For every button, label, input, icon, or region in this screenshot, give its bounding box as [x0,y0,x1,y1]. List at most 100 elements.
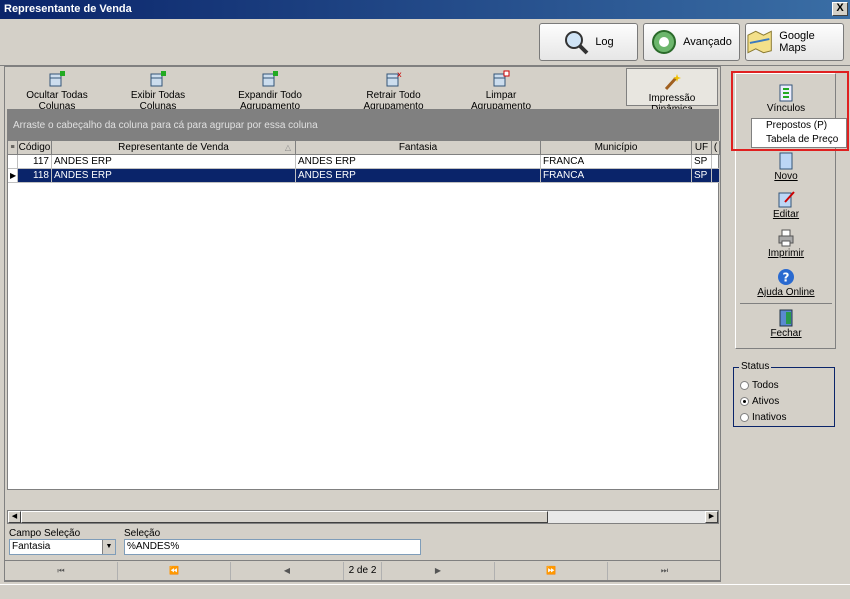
highlight-annotation [731,71,849,151]
collapse-group-icon: x [386,70,402,87]
window-title-bar: Representante de Venda [0,0,850,19]
col-header-codigo[interactable]: Código [18,141,52,155]
novo-label: Novo [774,171,798,182]
ajuda-label: Ajuda Online [757,287,815,298]
campo-selecao-select[interactable]: Fantasia ▼ [9,539,116,555]
log-label: Log [595,36,614,48]
printer-icon [778,229,794,247]
cell-uf: SP [692,155,712,169]
status-option-inativos[interactable]: Inativos [740,412,786,423]
row-indicator-header[interactable]: ≡ [8,141,18,155]
table-row-selected[interactable]: ▶ 118 ANDES ERP ANDES ERP FRANCA SP [8,169,720,183]
expandir-agrupamento-button[interactable]: Expandir Todo Agrupamento [210,70,330,112]
cell-fantasia: ANDES ERP [296,155,541,169]
advanced-search-icon [652,30,677,54]
radio-icon [740,412,749,422]
status-option-label: Todos [752,380,779,391]
record-navigation-bar: ⏮ ⏪ ◀ 2 de 2 ▶ ⏩ ⏭ [4,560,721,581]
exibir-colunas-button[interactable]: Exibir Todas Colunas [112,70,204,112]
fechar-label: Fechar [770,328,802,339]
google-maps-label: Google Maps [779,30,815,54]
cell-representante: ANDES ERP [52,155,296,169]
last-record-icon[interactable]: ⏭ [608,562,721,580]
help-icon: ? [778,269,794,285]
campo-selecao-label: Campo Seleção [9,528,81,539]
exit-door-icon [779,309,793,327]
avancado-label: Avançado [683,36,732,48]
selecao-label: Seleção [124,528,161,539]
svg-text:x: x [397,70,402,79]
col-header-extra[interactable]: ( [712,141,720,155]
editar-label: Editar [772,209,800,220]
table-row[interactable]: 117 ANDES ERP ANDES ERP FRANCA SP [8,155,720,169]
ajuda-online-button[interactable]: ? Ajuda Online [740,268,832,298]
ocultar-colunas-button[interactable]: Ocultar Todas Colunas [9,70,105,112]
current-row-arrow-icon: ▶ [8,169,18,183]
imprimir-label: Imprimir [767,248,805,259]
cell-codigo: 117 [18,155,52,169]
col-header-representante[interactable]: Representante de Venda △ [52,141,296,155]
radio-selected-icon [740,396,749,406]
status-group: Status Todos Ativos Inativos [733,361,835,427]
cell-representante: ANDES ERP [52,169,296,183]
col-header-municipio[interactable]: Município [541,141,692,155]
close-icon: X [836,2,844,14]
status-option-todos[interactable]: Todos [740,380,779,391]
side-divider [740,303,832,304]
col-header-fantasia[interactable]: Fantasia [296,141,541,155]
limpar-agrupamento-button[interactable]: Limpar Agrupamento [456,70,546,112]
novo-button[interactable]: Novo [740,152,832,182]
representante-header-label: Representante de Venda [118,142,229,153]
status-option-label: Ativos [752,396,780,407]
group-hint-text: Arraste o cabeçalho da coluna para cá pa… [13,120,318,131]
next-record-icon[interactable]: ▶ [382,562,495,580]
cell-extra [712,155,720,169]
clear-group-icon [493,70,510,87]
edit-icon [778,191,795,208]
previous-record-icon[interactable]: ◀ [231,562,344,580]
cell-municipio: FRANCA [541,169,692,183]
editar-button[interactable]: Editar [740,190,832,220]
status-option-label: Inativos [752,412,787,423]
scroll-left-icon[interactable]: ◀ [8,511,21,523]
google-maps-button[interactable]: Google Maps [745,23,844,61]
hide-columns-icon [49,71,65,87]
status-option-ativos[interactable]: Ativos [740,396,779,407]
campo-selecao-value: Fantasia [12,541,51,552]
first-record-icon[interactable]: ⏮ [5,562,118,580]
selecao-input[interactable]: %ANDES% [124,539,421,555]
chevron-down-icon[interactable]: ▼ [102,540,115,554]
close-window-button[interactable]: X [832,2,848,16]
avancado-button[interactable]: Avançado [643,23,740,61]
sort-asc-icon: △ [284,143,291,152]
cell-codigo: 118 [18,169,52,183]
status-title: Status [739,361,772,372]
cell-extra [712,169,720,183]
expand-group-icon [262,71,278,87]
page-indicator: 2 de 2 [344,562,382,580]
window-title: Representante de Venda [4,3,132,15]
previous-page-icon[interactable]: ⏪ [118,562,231,580]
svg-text:?: ? [783,271,790,285]
retrair-agrupamento-button[interactable]: x Retrair Todo Agrupamento [337,70,450,112]
fechar-button[interactable]: Fechar [740,309,832,339]
log-button[interactable]: Log [539,23,638,61]
map-icon [747,30,772,54]
cell-municipio: FRANCA [541,155,692,169]
horizontal-scrollbar[interactable]: ◀ ▶ [7,510,719,524]
magic-wand-icon [664,74,681,91]
magnifier-icon [565,31,589,55]
impressao-dinamica-button[interactable]: Impressão Dinâmica [626,68,718,115]
scroll-right-icon[interactable]: ▶ [705,511,718,523]
row-indicator [8,155,18,169]
group-drop-area[interactable]: Arraste o cabeçalho da coluna para cá pa… [7,109,719,140]
show-columns-icon [150,71,166,87]
next-page-icon[interactable]: ⏩ [495,562,608,580]
imprimir-button[interactable]: Imprimir [740,229,832,259]
data-grid[interactable]: ≡ Código Representante de Venda △ Fantas… [7,140,720,490]
cell-uf: SP [692,169,712,183]
col-header-uf[interactable]: UF [692,141,712,155]
cell-fantasia: ANDES ERP [296,169,541,183]
scroll-thumb[interactable] [21,511,548,523]
radio-icon [740,380,749,390]
